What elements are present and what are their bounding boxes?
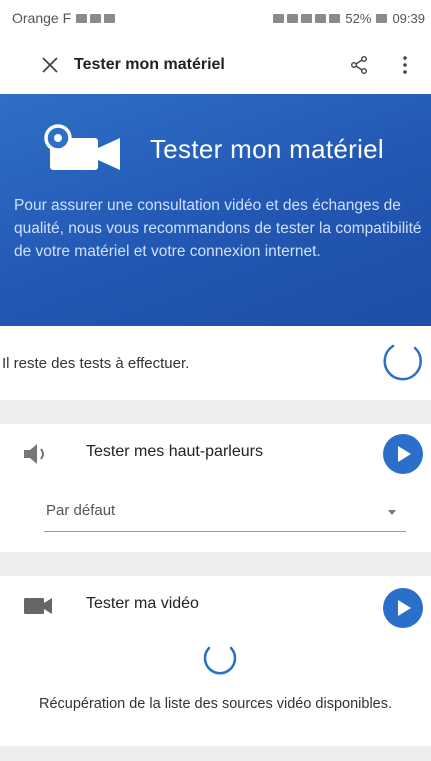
signal-icon (329, 13, 341, 23)
silent-icon (301, 13, 313, 23)
speakers-test-card: Tester mes haut-parleurs Par défaut (0, 424, 431, 552)
notification-icons (76, 13, 116, 23)
video-camera-icon (24, 598, 52, 614)
video-sources-loading-text: Récupération de la liste des sources vid… (38, 696, 393, 712)
speakers-test-header: Tester mes haut-parleurs (0, 424, 431, 484)
section-divider (0, 552, 431, 576)
mail-icon (90, 13, 102, 23)
speaker-output-value: Par défaut (46, 502, 116, 519)
section-divider (0, 400, 431, 424)
tests-status-row: Il reste des tests à effectuer. (0, 326, 431, 400)
loading-spinner-icon (383, 344, 422, 381)
play-speakers-button[interactable] (383, 434, 423, 474)
banner-title: Tester mon matériel (150, 134, 384, 164)
status-bar: Orange F 52% 09:39 (0, 0, 431, 36)
loading-spinner-icon (203, 646, 237, 675)
dropdown-caret-icon (388, 510, 396, 515)
speaker-icon (24, 444, 44, 464)
intro-banner: Tester mon matériel Pour assurer une con… (0, 94, 431, 326)
share-icon[interactable] (341, 47, 377, 83)
section-divider (0, 746, 431, 761)
video-camera-icon (44, 124, 120, 170)
notification-icon (104, 13, 116, 23)
more-vert-icon[interactable] (387, 47, 423, 83)
app-bar: Tester mon matériel (0, 36, 431, 94)
banner-description: Pour assurer une consultation vidéo et d… (14, 197, 422, 260)
app-bar-title: Tester mon matériel (74, 56, 225, 73)
gallery-icon (76, 13, 88, 23)
video-test-label: Tester ma vidéo (86, 595, 199, 612)
play-video-button[interactable] (383, 588, 423, 628)
system-icons (273, 13, 341, 23)
carrier-name: Orange F (12, 10, 72, 26)
speakers-test-label: Tester mes haut-parleurs (86, 443, 263, 460)
speaker-output-select[interactable]: Par défaut (44, 498, 406, 532)
battery-icon (376, 13, 388, 23)
alarm-icon (273, 13, 285, 23)
close-icon[interactable] (30, 45, 70, 85)
nfc-icon (287, 13, 299, 23)
tests-status-message: Il reste des tests à effectuer. (2, 354, 190, 372)
clock: 09:39 (392, 10, 425, 26)
wifi-icon (315, 13, 327, 23)
battery-level: 52% (345, 10, 372, 26)
video-test-header: Tester ma vidéo (0, 576, 431, 636)
video-test-card: Tester ma vidéo Récupération de la liste… (0, 576, 431, 746)
